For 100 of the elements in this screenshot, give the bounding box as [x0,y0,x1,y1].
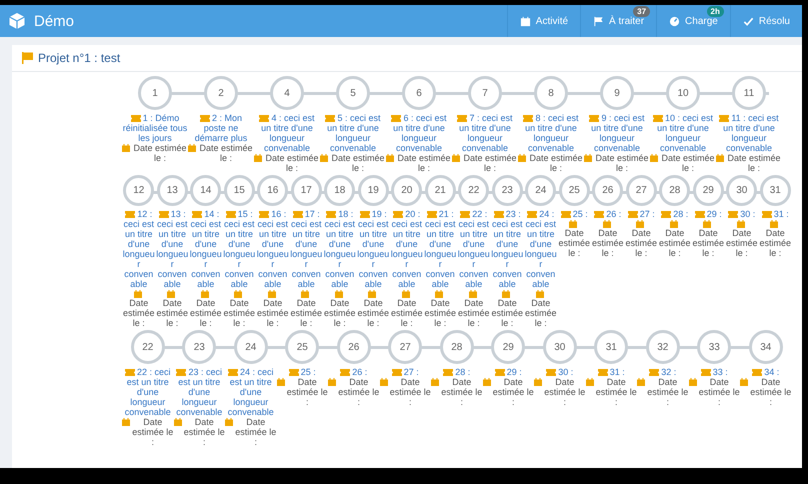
ticket-icon [288,369,299,376]
step-circle: 26 [336,330,371,364]
step-title[interactable]: 1 : Démo réinitialisée tous les jours [122,113,188,143]
step-title[interactable]: 20 : ceci est un titre d'une longueur convenable [390,209,424,289]
step-title[interactable]: 34 : [740,367,792,377]
step-title[interactable]: 24 : ceci est un titre d'une longueur convenable [524,209,558,289]
step-title[interactable]: 23 : ceci est un titre d'une longueur convenable [490,209,524,289]
step-title[interactable]: 4 : ceci est un titre d'une longueur convenable [254,113,320,153]
step-title[interactable]: 26 : [591,209,624,219]
calendar-icon [368,290,376,298]
step-title[interactable]: 17 : ceci est un titre d'une longueur convenable [290,209,323,289]
calendar-icon [482,378,490,386]
step-circle: 5 [336,76,370,110]
step-title[interactable]: 25 : [558,209,591,219]
step-title[interactable]: 30 : [534,367,586,377]
step-title[interactable]: 30 : [725,209,758,219]
step-title[interactable]: 26 : [328,367,380,377]
ticket-icon [546,369,556,376]
ticket-icon [176,369,186,376]
calendar-icon [301,290,310,298]
step-title[interactable]: 27 : [624,209,658,219]
step-circle: 26 [592,175,624,206]
ticket-icon [752,369,762,376]
date-label: Date estimée le : [457,298,490,328]
step-title[interactable]: 10 : ceci est un titre d'une longueur convenable [650,113,716,153]
step-circle: 4 [270,76,304,110]
date-label: Date estimée le : [750,377,792,407]
step-title[interactable]: 27 : [380,367,431,377]
calendar-icon [740,378,748,386]
step-circle: 25 [558,175,590,206]
date-label: Date estimée le : [390,377,431,407]
step-title[interactable]: 7 : ceci est un titre d'une longueur convenable [452,113,518,153]
step-circle: 9 [600,76,634,110]
date-label: Date estimée le : [692,228,725,258]
step-title[interactable]: 22 : ceci est un titre d'une longueur convenable [122,367,174,417]
date-label: Date estimée le : [594,153,650,173]
step-title[interactable]: 29 : [692,209,725,219]
date-label: Date estimée le : [596,377,637,407]
flag-icon [593,16,604,26]
ticket-icon [259,115,270,122]
step-title[interactable]: 18 : ceci est un titre d'une longueur convenable [323,209,356,289]
calendar-icon [380,378,388,386]
date-label: Date estimée le : [330,153,386,173]
calendar-icon [234,290,242,298]
step-title[interactable]: 28 : [658,209,692,219]
step-circle: 22 [130,330,165,364]
step-title[interactable]: 32 : [637,367,688,377]
step-title[interactable]: 15 : ceci est un titre d'une longueur convenable [222,209,256,289]
step-circle: 11 [732,76,766,110]
step-title[interactable]: 6 : ceci est un titre d'une longueur convenable [386,113,452,153]
step-title[interactable]: 29 : [482,367,534,377]
ticket-icon [694,211,705,218]
step-title[interactable]: 21 : ceci est un titre d'une longueur convenable [424,209,457,289]
step-title[interactable]: 14 : ceci est un titre d'une longueur convenable [189,209,222,289]
step-title[interactable]: 9 : ceci est un titre d'une longueur convenable [584,113,650,153]
ticket-icon [443,369,454,376]
calendar-icon [736,220,745,228]
step-title[interactable]: 11 : ceci est un titre d'une longueur convenable [716,113,782,153]
calendar-icon [602,220,611,228]
ticket-icon [628,211,638,218]
date-label: Date estimée le : [356,298,390,328]
calendar-icon [254,154,262,162]
date-label: Date estimée le : [264,153,320,173]
step-title[interactable]: 28 : [431,367,482,377]
step-title[interactable]: 12 : ceci est un titre d'une longueur convenable [122,209,156,289]
date-label: Date estimée le : [490,298,524,328]
calendar-icon [122,418,130,426]
step-title[interactable]: 16 : ceci est un titre d'une longueur convenable [256,209,290,289]
step-title[interactable]: 33 : [688,367,740,377]
cube-icon [8,12,26,30]
step-circle: 17 [290,175,322,206]
step-circle: 8 [534,76,568,110]
ticket-icon [661,211,672,218]
step-circle: 16 [257,175,288,206]
step-title[interactable]: 25 : [276,367,328,377]
app-title: Démo [34,12,74,30]
ticket-icon [326,211,336,218]
step-title[interactable]: 13 : ceci est un titre d'une longueur convenable [156,209,189,289]
calendar-icon [502,290,510,298]
step-title[interactable]: 31 : [758,209,792,219]
date-label: Date estimée le : [132,417,174,447]
step-title[interactable]: 22 : ceci est un titre d'une longueur convenable [457,209,490,289]
calendar-icon [174,418,182,426]
step-title[interactable]: 23 : ceci est un titre d'une longueur convenable [174,367,225,417]
step-title[interactable]: 8 : ceci est un titre d'une longueur convenable [518,113,584,153]
step-title[interactable]: 19 : ceci est un titre d'une longueur convenable [356,209,390,289]
calendar-icon [518,154,526,162]
step-circle: 30 [542,330,577,364]
calendar-icon [328,378,336,386]
date-label: Date estimée le : [528,153,584,173]
step-title[interactable]: 2 : Mon poste ne démarre plus [188,113,254,143]
calendar-icon [402,290,410,298]
step-title[interactable]: 24 : ceci est un titre d'une longueur convenable [225,367,276,417]
step-title[interactable]: 5 : ceci est un titre d'une longueur convenable [320,113,386,153]
step-circle: 18 [324,175,356,206]
calendar-icon [276,378,284,386]
calendar-icon [134,290,142,298]
ticket-icon [130,115,141,122]
step-title[interactable]: 31 : [586,367,637,377]
ticket-icon [460,211,470,218]
